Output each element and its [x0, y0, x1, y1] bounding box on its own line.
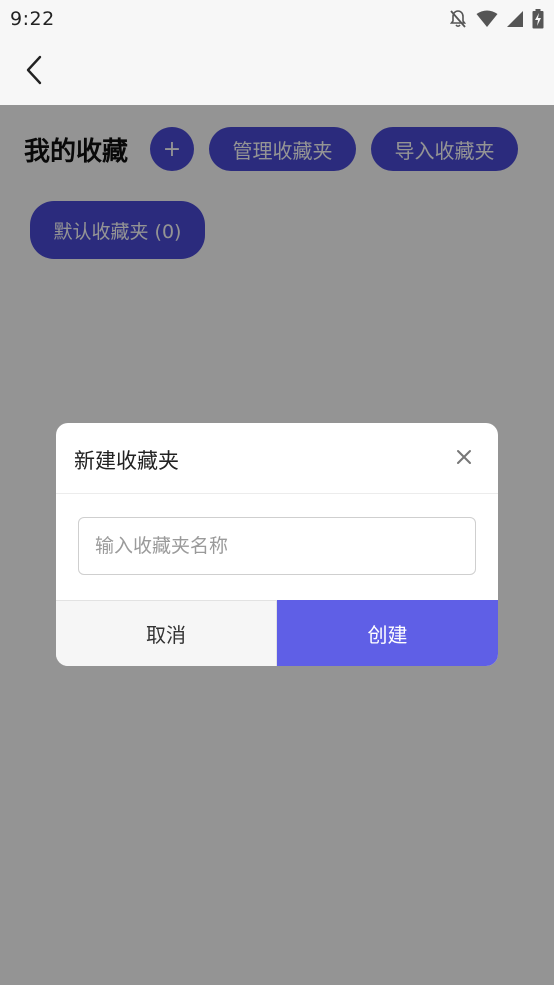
notifications-off-icon [448, 9, 468, 29]
close-icon [456, 449, 472, 469]
new-folder-dialog: 新建收藏夹 取消 创建 [56, 423, 498, 666]
battery-charging-icon [532, 9, 544, 29]
back-button[interactable] [18, 54, 50, 90]
dialog-title: 新建收藏夹 [74, 449, 179, 473]
cancel-button[interactable]: 取消 [56, 600, 277, 666]
dialog-body [56, 494, 498, 600]
dialog-footer: 取消 创建 [56, 600, 498, 666]
folder-name-input[interactable] [78, 517, 476, 575]
status-bar: 9:22 [0, 0, 554, 38]
chevron-left-icon [25, 55, 43, 89]
status-icons [448, 9, 544, 29]
signal-icon [506, 10, 524, 28]
dialog-header: 新建收藏夹 [56, 423, 498, 494]
wifi-icon [476, 10, 498, 28]
dialog-close-button[interactable] [452, 447, 476, 471]
status-time: 9:22 [10, 8, 55, 30]
create-button[interactable]: 创建 [277, 600, 498, 666]
app-header [0, 38, 554, 105]
